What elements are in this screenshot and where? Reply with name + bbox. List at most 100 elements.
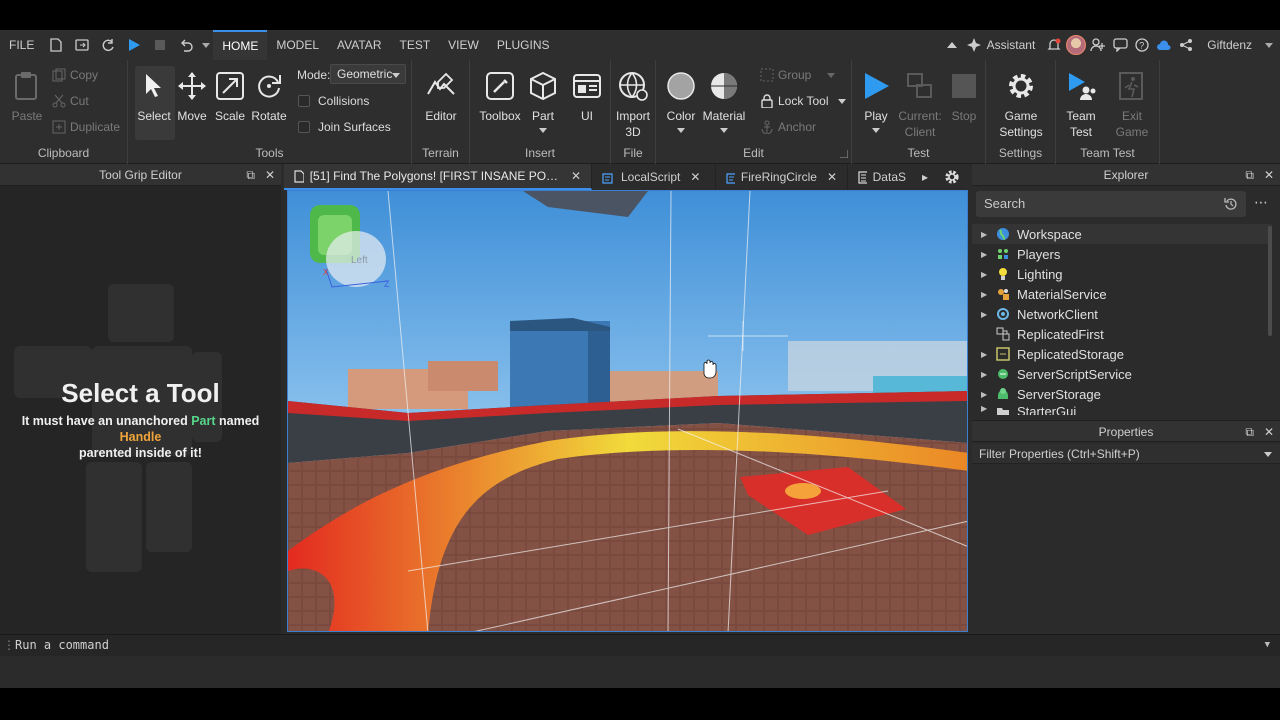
- notifications-icon[interactable]: [1043, 30, 1065, 60]
- explorer-scrollbar[interactable]: [1268, 226, 1272, 336]
- tree-item-startergui[interactable]: ▶ StarterGui: [972, 404, 1272, 415]
- tab-scroll-right-icon[interactable]: ▸: [916, 164, 938, 190]
- tab-place-close-icon[interactable]: ✕: [571, 169, 581, 183]
- collisions-checkbox[interactable]: [298, 95, 310, 107]
- expand-arrow-icon[interactable]: ▶: [981, 230, 995, 239]
- expand-arrow-icon[interactable]: ▶: [981, 270, 995, 279]
- tree-item-players[interactable]: ▶ Players: [972, 244, 1272, 264]
- avatar[interactable]: [1065, 30, 1087, 60]
- tree-item-replicatedfirst[interactable]: ReplicatedFirst: [972, 324, 1272, 344]
- terrain-editor-button[interactable]: Editor: [419, 66, 463, 124]
- expand-arrow-icon[interactable]: ▶: [981, 370, 995, 379]
- redo-alt-icon[interactable]: [95, 30, 121, 60]
- toolbox-button[interactable]: Toolbox: [478, 66, 522, 124]
- quick-access-dropdown-icon[interactable]: [199, 30, 213, 60]
- new-file-icon[interactable]: [43, 30, 69, 60]
- collisions-toggle[interactable]: Collisions: [298, 94, 369, 108]
- explorer-search-input[interactable]: Search: [976, 191, 1246, 217]
- tree-item-serverscriptservice[interactable]: ▶ ServerScriptService: [972, 364, 1272, 384]
- undo-icon[interactable]: [173, 30, 199, 60]
- expand-arrow-icon[interactable]: ▶: [981, 404, 995, 413]
- part-button[interactable]: Part: [521, 66, 565, 134]
- 3d-viewport[interactable]: Left X Z: [287, 190, 968, 632]
- expand-arrow-icon[interactable]: ▶: [981, 310, 995, 319]
- duplicate-button[interactable]: Duplicate: [52, 120, 120, 134]
- paste-button[interactable]: Paste: [5, 66, 49, 124]
- anchor-button[interactable]: Anchor: [760, 120, 816, 134]
- color-button[interactable]: Color: [659, 66, 703, 134]
- join-surfaces-toggle[interactable]: Join Surfaces: [298, 120, 391, 134]
- properties-close-icon[interactable]: ✕: [1264, 421, 1274, 443]
- command-bar[interactable]: ⋮ Run a command ▼: [0, 634, 1280, 656]
- tree-item-workspace[interactable]: ▶ Workspace: [972, 224, 1272, 244]
- publish-icon[interactable]: [69, 30, 95, 60]
- game-settings-button[interactable]: Game Settings: [999, 66, 1043, 140]
- stop-button[interactable]: Stop: [942, 66, 986, 124]
- explorer-more-icon[interactable]: ⋯: [1254, 194, 1268, 211]
- file-menu[interactable]: FILE: [0, 30, 43, 60]
- tab-place[interactable]: [51] Find The Polygons! [FIRST INSANE PO…: [284, 164, 592, 190]
- expand-arrow-icon[interactable]: ▶: [981, 250, 995, 259]
- tab-view[interactable]: VIEW: [439, 30, 488, 60]
- lock-tool-button[interactable]: Lock Tool: [760, 94, 847, 108]
- properties-filter-input[interactable]: Filter Properties (Ctrl+Shift+P): [972, 444, 1280, 464]
- distant-sand-block-2: [428, 361, 498, 391]
- undock-icon[interactable]: ⧉: [246, 164, 255, 186]
- tab-fireringcircle[interactable]: FireRingCircle ✕: [716, 164, 848, 190]
- import-3d-button[interactable]: Import 3D: [611, 66, 655, 140]
- user-menu-chevron-icon[interactable]: [1258, 30, 1280, 60]
- tab-plugins[interactable]: PLUGINS: [488, 30, 559, 60]
- expand-arrow-icon[interactable]: ▶: [981, 390, 995, 399]
- tree-item-replicatedstorage[interactable]: ▶ ReplicatedStorage: [972, 344, 1272, 364]
- assistant-button[interactable]: Assistant: [985, 30, 1044, 60]
- properties-undock-icon[interactable]: ⧉: [1245, 421, 1254, 443]
- help-icon[interactable]: ?: [1131, 30, 1153, 60]
- rotate-button[interactable]: Rotate: [247, 66, 291, 124]
- tab-avatar[interactable]: AVATAR: [328, 30, 390, 60]
- command-bar-dropdown-icon[interactable]: ▼: [1265, 640, 1270, 650]
- copy-button[interactable]: Copy: [52, 68, 98, 82]
- assistant-sparkle-icon[interactable]: [963, 30, 985, 60]
- explorer-close-icon[interactable]: ✕: [1264, 164, 1274, 186]
- collapse-ribbon-icon[interactable]: [941, 30, 963, 60]
- tree-item-lighting[interactable]: ▶ Lighting: [972, 264, 1272, 284]
- material-button[interactable]: Material: [702, 66, 746, 134]
- play-quick-icon[interactable]: [121, 30, 147, 60]
- team-test-button[interactable]: Team Test: [1059, 66, 1103, 140]
- tab-localscript[interactable]: LocalScript ✕: [592, 164, 716, 190]
- import-globe-icon: [613, 66, 653, 106]
- username-label[interactable]: Giftdenz: [1197, 30, 1258, 60]
- edit-group-expand-icon[interactable]: [840, 150, 848, 158]
- ghost-avatar-leg-right: [146, 462, 192, 552]
- tab-fireringcircle-close-icon[interactable]: ✕: [827, 170, 837, 184]
- stop-quick-icon[interactable]: [147, 30, 173, 60]
- expand-arrow-icon[interactable]: ▶: [981, 350, 995, 359]
- share-icon[interactable]: [1175, 30, 1197, 60]
- search-history-icon[interactable]: [1224, 197, 1238, 211]
- explorer-undock-icon[interactable]: ⧉: [1245, 164, 1254, 186]
- tree-item-networkclient[interactable]: ▶ NetworkClient: [972, 304, 1272, 324]
- cut-button[interactable]: Cut: [52, 94, 89, 108]
- tab-model[interactable]: MODEL: [267, 30, 328, 60]
- scale-button[interactable]: Scale: [208, 66, 252, 124]
- current-client-button[interactable]: Current: Client: [898, 66, 942, 140]
- tree-item-serverstorage[interactable]: ▶ ServerStorage: [972, 384, 1272, 404]
- tree-item-materialservice[interactable]: ▶ MaterialService: [972, 284, 1272, 304]
- tab-test[interactable]: TEST: [390, 30, 439, 60]
- play-button[interactable]: Play: [854, 66, 898, 134]
- tab-home[interactable]: HOME: [213, 30, 268, 60]
- tab-datas[interactable]: DataS: [848, 164, 916, 190]
- close-icon[interactable]: ✕: [265, 164, 275, 186]
- add-friend-icon[interactable]: [1087, 30, 1109, 60]
- mode-dropdown[interactable]: Geometric: [330, 64, 406, 84]
- chat-icon[interactable]: [1109, 30, 1131, 60]
- group-button[interactable]: Group: [760, 68, 836, 82]
- join-surfaces-checkbox[interactable]: [298, 121, 310, 133]
- ui-button[interactable]: UI: [565, 66, 609, 124]
- tab-settings-gear-icon[interactable]: [938, 164, 968, 190]
- filter-chevron-icon[interactable]: [1264, 450, 1272, 458]
- tab-localscript-close-icon[interactable]: ✕: [690, 170, 700, 184]
- cloud-icon[interactable]: [1153, 30, 1175, 60]
- exit-game-button[interactable]: Exit Game: [1110, 66, 1154, 140]
- expand-arrow-icon[interactable]: ▶: [981, 290, 995, 299]
